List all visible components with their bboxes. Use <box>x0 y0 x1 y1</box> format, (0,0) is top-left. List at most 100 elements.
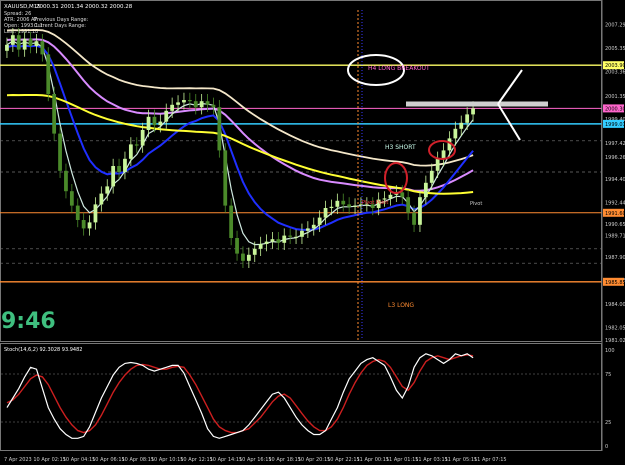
candle-body <box>75 205 80 220</box>
candle-body <box>453 128 458 139</box>
candle-body <box>400 192 405 198</box>
candle-body <box>111 166 116 187</box>
stoch-signal-line <box>6 354 474 434</box>
curr-days-range: Current Days Range: <box>34 23 86 29</box>
main-frame <box>0 0 602 342</box>
candle-body <box>81 220 86 229</box>
y-tick-label: 1989.71 <box>605 233 625 239</box>
candle-body <box>182 100 186 103</box>
candle-body <box>28 38 33 46</box>
x-tick-label: 10 Apr 12:15 <box>180 457 213 463</box>
header-ohlc: 2000.31 2001.34 2000.32 2000.28 <box>36 4 133 10</box>
x-tick-label: 11 Apr 00:15 <box>357 457 390 463</box>
x-tick-label: 10 Apr 16:15 <box>239 457 272 463</box>
candle-body <box>193 101 198 108</box>
candle-body <box>146 116 151 130</box>
candle-body <box>99 193 104 205</box>
x-axis: 7 Apr 2023 10 Apr 02:1510 Apr 04:1510 Apr… <box>4 457 507 463</box>
candle-body <box>134 144 139 146</box>
annotation-h3-short: H3 SHORT <box>385 144 416 151</box>
candle-body <box>252 248 257 255</box>
candle-body <box>235 238 239 254</box>
y-highlight-label: 1999.01 <box>605 122 625 128</box>
candle-body <box>211 104 216 108</box>
y-highlight-label: 1991.60 <box>605 211 625 217</box>
candle-body <box>441 150 446 159</box>
x-tick-label: 11 Apr 07:15 <box>474 457 507 463</box>
candle-body <box>412 212 416 225</box>
candle-body <box>323 208 328 218</box>
candle-body <box>140 130 145 146</box>
x-tick-label: 10 Apr 20:15 <box>298 457 331 463</box>
candle-body <box>93 204 98 223</box>
annotation-pivot-point: Pivot Point <box>362 200 388 206</box>
candle-body <box>429 170 434 183</box>
x-tick-label: 10 Apr 06:15 <box>92 457 125 463</box>
oscillator-label: Stoch(14,6,2) 92.3028 93.9482 <box>4 347 82 353</box>
candle-body <box>465 114 470 123</box>
y-tick-label: 1992.44 <box>605 201 625 207</box>
candle-body <box>246 254 251 261</box>
x-tick-label: 10 Apr 14:15 <box>210 457 243 463</box>
y-axis: 2007.292005.352003.362001.351999.401997.… <box>601 0 625 451</box>
candle-body <box>335 200 340 207</box>
annotation-pivot: Pivot <box>470 201 482 207</box>
candle-body <box>288 235 293 237</box>
x-tick-label: 10 Apr 18:15 <box>268 457 301 463</box>
candle-body <box>264 241 269 244</box>
osc-tick-label: 100 <box>605 348 615 354</box>
candle-body <box>22 38 27 50</box>
candle-body <box>270 239 275 242</box>
oscillator-lines <box>1 353 601 439</box>
candle-body <box>300 230 304 237</box>
candle-body <box>329 206 334 208</box>
y-tick-label: 1982.05 <box>605 325 625 331</box>
candle-body <box>87 222 92 229</box>
candle-body <box>170 104 175 111</box>
candle-body <box>423 182 428 198</box>
candle-body <box>40 41 45 55</box>
osc-tick-label: 25 <box>605 420 611 426</box>
arrow-head-lower <box>497 103 521 141</box>
markings: H4 LONG BREAKOUT H3 SHORT L3 LONG Pivot … <box>347 10 548 340</box>
candle-body <box>164 110 169 122</box>
candle-body <box>5 44 9 51</box>
candle-body <box>123 158 127 172</box>
candle-body <box>46 54 51 94</box>
y-tick-label: 1996.26 <box>605 155 625 161</box>
y-tick-label: 1994.40 <box>605 177 625 183</box>
x-tick-label: 10 Apr 22:15 <box>327 457 360 463</box>
candle-body <box>311 224 316 229</box>
candle-body <box>341 200 346 205</box>
y-tick-label: 1997.42 <box>605 141 625 147</box>
candle-body <box>418 197 422 225</box>
candle-body <box>305 228 310 231</box>
y-tick-label: 2007.29 <box>605 23 625 29</box>
x-tick-label: 10 Apr 10:15 <box>151 457 184 463</box>
candle-body <box>353 205 357 207</box>
x-tick-label: 7 Apr 2023 <box>4 457 32 463</box>
stoch-main-line <box>6 353 474 439</box>
candle-body <box>64 170 68 192</box>
candle-body <box>205 101 210 105</box>
y-tick-label: 1987.90 <box>605 255 625 261</box>
candle-body <box>317 217 322 225</box>
countdown-timer: 9:46 <box>1 309 56 334</box>
candle-body <box>406 197 411 213</box>
x-tick-label: 10 Apr 04:15 <box>63 457 96 463</box>
oscillator-axis: 100 75 25 0 <box>605 348 615 450</box>
candle-body <box>176 102 180 105</box>
candle-body <box>435 158 440 171</box>
arrow-head-upper <box>497 69 523 105</box>
candle-body <box>223 150 228 206</box>
osc-tick-label: 0 <box>605 444 608 450</box>
y-highlight-label: 2000.30 <box>605 106 625 112</box>
y-tick-label: 2003.36 <box>605 70 625 76</box>
candle-body <box>258 244 263 249</box>
candle-body <box>152 116 157 126</box>
x-tick-label: 10 Apr 08:15 <box>122 457 155 463</box>
annotation-h4-long: H4 LONG BREAKOUT <box>368 65 430 72</box>
y-tick-label: 1981.02 <box>605 338 625 344</box>
candle-body <box>199 101 204 108</box>
candle-body <box>117 166 121 172</box>
